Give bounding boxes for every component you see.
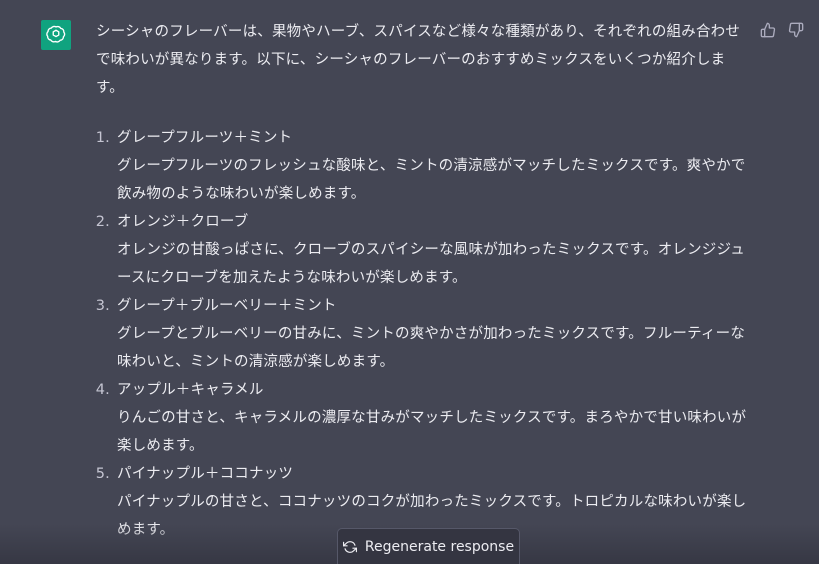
list-item-title: パイナップル＋ココナッツ	[117, 466, 294, 482]
list-item-number: 3.	[95, 298, 110, 314]
chat-message-page: シーシャのフレーバーは、果物やハーブ、スパイスなど様々な種類があり、それぞれの組…	[0, 0, 819, 564]
regenerate-label: Regenerate response	[364, 539, 515, 555]
flavor-mix-list: 1. グレープフルーツ＋ミント グレープフルーツのフレッシュな酸味と、ミントの清…	[96, 124, 748, 544]
list-item-number: 1.	[95, 130, 110, 146]
list-item-description: オレンジの甘酸っぱさに、クローブのスパイシーな風味が加わったミックスです。オレン…	[117, 242, 745, 286]
list-item-description: グレープとブルーベリーの甘みに、ミントの爽やかさが加わったミックスです。フルーテ…	[117, 326, 746, 370]
list-item-number: 5.	[95, 466, 110, 482]
list-item-description: グレープフルーツのフレッシュな酸味と、ミントの清涼感がマッチしたミックスです。爽…	[117, 158, 746, 202]
list-item-title: アップル＋キャラメル	[117, 382, 264, 398]
list-item-number: 2.	[95, 214, 110, 230]
list-item-title: グレープフルーツ＋ミント	[117, 130, 293, 146]
list-item: 4. アップル＋キャラメル りんごの甘さと、キャラメルの濃厚な甘みがマッチしたミ…	[96, 376, 748, 460]
list-item-title: グレープ＋ブルーベリー＋ミント	[117, 298, 337, 314]
refresh-icon	[342, 540, 357, 554]
list-item: 2. オレンジ＋クローブ オレンジの甘酸っぱさに、クローブのスパイシーな風味が加…	[96, 208, 748, 292]
list-item-description: りんごの甘さと、キャラメルの濃厚な甘みがマッチしたミックスです。まろやかで甘い味…	[117, 410, 747, 454]
list-item-number: 4.	[95, 382, 110, 398]
assistant-avatar	[41, 20, 71, 50]
feedback-controls	[760, 22, 804, 38]
openai-logo-icon	[46, 25, 66, 43]
thumbs-up-icon[interactable]	[760, 22, 776, 38]
list-item-title: オレンジ＋クローブ	[117, 214, 249, 230]
list-item: 1. グレープフルーツ＋ミント グレープフルーツのフレッシュな酸味と、ミントの清…	[96, 124, 748, 208]
message-intro: シーシャのフレーバーは、果物やハーブ、スパイスなど様々な種類があり、それぞれの組…	[96, 24, 741, 96]
regenerate-response-button[interactable]: Regenerate response	[337, 528, 520, 564]
thumbs-down-icon[interactable]	[788, 22, 804, 38]
list-item: 3. グレープ＋ブルーベリー＋ミント グレープとブルーベリーの甘みに、ミントの爽…	[96, 292, 748, 376]
assistant-message: シーシャのフレーバーは、果物やハーブ、スパイスなど様々な種類があり、それぞれの組…	[96, 18, 748, 544]
